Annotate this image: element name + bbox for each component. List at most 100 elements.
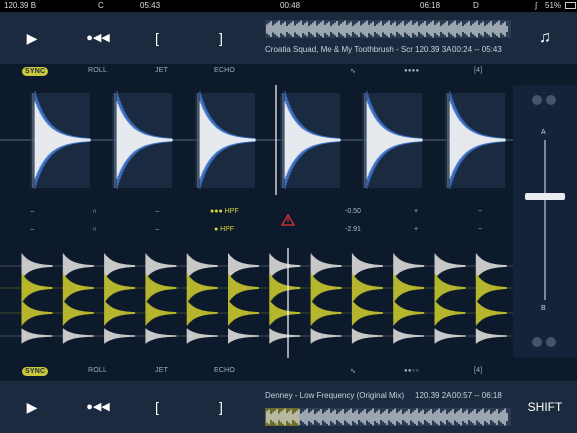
stem-transient bbox=[351, 273, 383, 303]
filter-icon-6[interactable]: ⌢ bbox=[155, 226, 160, 234]
filter-icon-5[interactable]: ∩ bbox=[92, 226, 97, 233]
gain-value-row1: -0.50 bbox=[345, 208, 361, 215]
filter-icon-4[interactable]: ⌢ bbox=[30, 226, 35, 234]
mixer-knob-2[interactable] bbox=[546, 95, 556, 105]
beat-size-top[interactable]: [4] bbox=[474, 67, 482, 74]
beat-dots-bottom[interactable]: ●●○○ bbox=[404, 368, 419, 374]
roll-button-top[interactable]: ROLL bbox=[88, 67, 107, 74]
stem-transient bbox=[104, 273, 136, 303]
sync-button-top[interactable]: SYNC bbox=[22, 67, 49, 76]
top-waveform[interactable] bbox=[0, 85, 513, 195]
warning-icon bbox=[281, 214, 295, 226]
battery-icon bbox=[565, 2, 576, 9]
stem-transient bbox=[21, 300, 53, 326]
stem-transient bbox=[269, 328, 301, 344]
wave-icon-bottom[interactable]: ∿ bbox=[350, 367, 356, 375]
stem-transient bbox=[393, 328, 425, 344]
status-right-deck: D bbox=[473, 1, 479, 10]
status-left-time: 05:43 bbox=[140, 1, 161, 10]
stem-transient bbox=[104, 300, 136, 326]
plus-button-row1[interactable]: + bbox=[414, 208, 418, 215]
stem-transient bbox=[145, 328, 177, 344]
filter-icon-1[interactable]: ⌢ bbox=[30, 208, 35, 216]
crossfader-track bbox=[544, 140, 546, 300]
hpf-row2[interactable]: ● HPF bbox=[214, 226, 234, 233]
bottom-waveform[interactable] bbox=[0, 248, 513, 358]
minus-button-row1[interactable]: − bbox=[478, 208, 482, 215]
stem-transient bbox=[434, 300, 466, 326]
loop-in-button-top[interactable]: [ bbox=[148, 24, 166, 52]
stem-transient bbox=[475, 273, 507, 303]
shift-button[interactable]: SHIFT bbox=[519, 393, 571, 421]
beat-size-bottom[interactable]: [4] bbox=[474, 367, 482, 374]
stem-transient bbox=[434, 273, 466, 303]
cue-button-top[interactable]: ●◀◀ bbox=[80, 24, 116, 52]
stem-transient bbox=[269, 253, 301, 279]
stem-transient bbox=[269, 273, 301, 303]
stem-transient bbox=[62, 300, 94, 326]
stem-transient bbox=[310, 300, 342, 326]
jet-button-top[interactable]: JET bbox=[155, 67, 168, 74]
stem-transient bbox=[351, 328, 383, 344]
bottom-fx-row: SYNC ROLL JET ECHO ∿ ●●○○ [4] bbox=[0, 367, 513, 379]
top-overview-waveform[interactable] bbox=[265, 20, 511, 38]
stem-transient bbox=[21, 273, 53, 303]
stem-transient bbox=[186, 300, 218, 326]
stem-transient bbox=[62, 328, 94, 344]
top-track-title: Croatia Squad, Me & My Toothbrush - Scr bbox=[265, 45, 413, 54]
minus-button-row2[interactable]: − bbox=[478, 226, 482, 233]
bottom-deck-controls: ▶ ●◀◀ [ ] bbox=[0, 381, 255, 433]
bottom-overview-waveform[interactable] bbox=[265, 408, 511, 426]
stem-transient bbox=[310, 253, 342, 279]
top-deck-controls: ▶ ●◀◀ [ ] bbox=[0, 12, 255, 64]
play-button-top[interactable]: ▶ bbox=[20, 24, 44, 52]
mixer-knob-3[interactable] bbox=[532, 337, 542, 347]
status-left-key: C bbox=[98, 1, 104, 10]
loop-out-button-top[interactable]: ] bbox=[212, 24, 230, 52]
filter-icon-3[interactable]: ⌢ bbox=[155, 208, 160, 216]
top-bpm-key: 120.39 3A bbox=[415, 45, 452, 54]
stem-transient bbox=[228, 300, 259, 326]
mixer-knob-1[interactable] bbox=[532, 95, 542, 105]
stem-transient bbox=[145, 253, 177, 279]
channel-a-label: A bbox=[541, 129, 546, 136]
stem-transient bbox=[310, 273, 342, 303]
stem-transient bbox=[228, 253, 259, 279]
loop-out-button-bottom[interactable]: ] bbox=[212, 393, 230, 421]
jet-button-bottom[interactable]: JET bbox=[155, 367, 168, 374]
status-center-time: 00:48 bbox=[280, 1, 301, 10]
roll-button-bottom[interactable]: ROLL bbox=[88, 367, 107, 374]
mixer-column: A B bbox=[513, 85, 577, 357]
cue-button-bottom[interactable]: ●◀◀ bbox=[80, 393, 116, 421]
plus-button-row2[interactable]: + bbox=[414, 226, 418, 233]
stem-transient bbox=[434, 253, 466, 279]
stem-transient bbox=[393, 253, 425, 279]
echo-button-top[interactable]: ECHO bbox=[214, 67, 235, 74]
bluetooth-icon: ∫ bbox=[535, 1, 538, 10]
stem-transient bbox=[351, 300, 383, 326]
stem-transient bbox=[351, 253, 383, 279]
stem-transient bbox=[21, 328, 53, 344]
mixer-knob-4[interactable] bbox=[546, 337, 556, 347]
loop-in-button-bottom[interactable]: [ bbox=[148, 393, 166, 421]
stem-transient bbox=[434, 328, 466, 344]
stem-transient bbox=[475, 328, 507, 344]
hpf-row1[interactable]: ●●● HPF bbox=[210, 208, 239, 215]
eq-filter-area: ⌢ ∩ ⌢ ●●● HPF -0.50 + − ⌢ ∩ ⌢ ● HPF -2.9… bbox=[0, 208, 513, 238]
stem-transient bbox=[62, 273, 94, 303]
play-button-bottom[interactable]: ▶ bbox=[20, 393, 44, 421]
crossfader-handle[interactable] bbox=[525, 193, 565, 200]
stem-transient bbox=[310, 328, 342, 344]
stem-transient bbox=[475, 300, 507, 326]
filter-icon-2[interactable]: ∩ bbox=[92, 208, 97, 215]
sync-button-bottom[interactable]: SYNC bbox=[22, 367, 49, 376]
bottom-track-panel: Denney - Low Frequency (Original Mix) 12… bbox=[255, 381, 513, 433]
wave-icon-top[interactable]: ∿ bbox=[350, 67, 356, 75]
music-library-icon[interactable]: ♫ bbox=[531, 24, 559, 52]
echo-button-bottom[interactable]: ECHO bbox=[214, 367, 235, 374]
top-fx-row: SYNC ROLL JET ECHO ∿ ●●●● [4] bbox=[0, 67, 513, 79]
stem-transient bbox=[145, 273, 177, 303]
beat-dots-top[interactable]: ●●●● bbox=[404, 68, 419, 74]
stem-transient bbox=[228, 273, 259, 303]
stem-transient bbox=[62, 253, 94, 279]
